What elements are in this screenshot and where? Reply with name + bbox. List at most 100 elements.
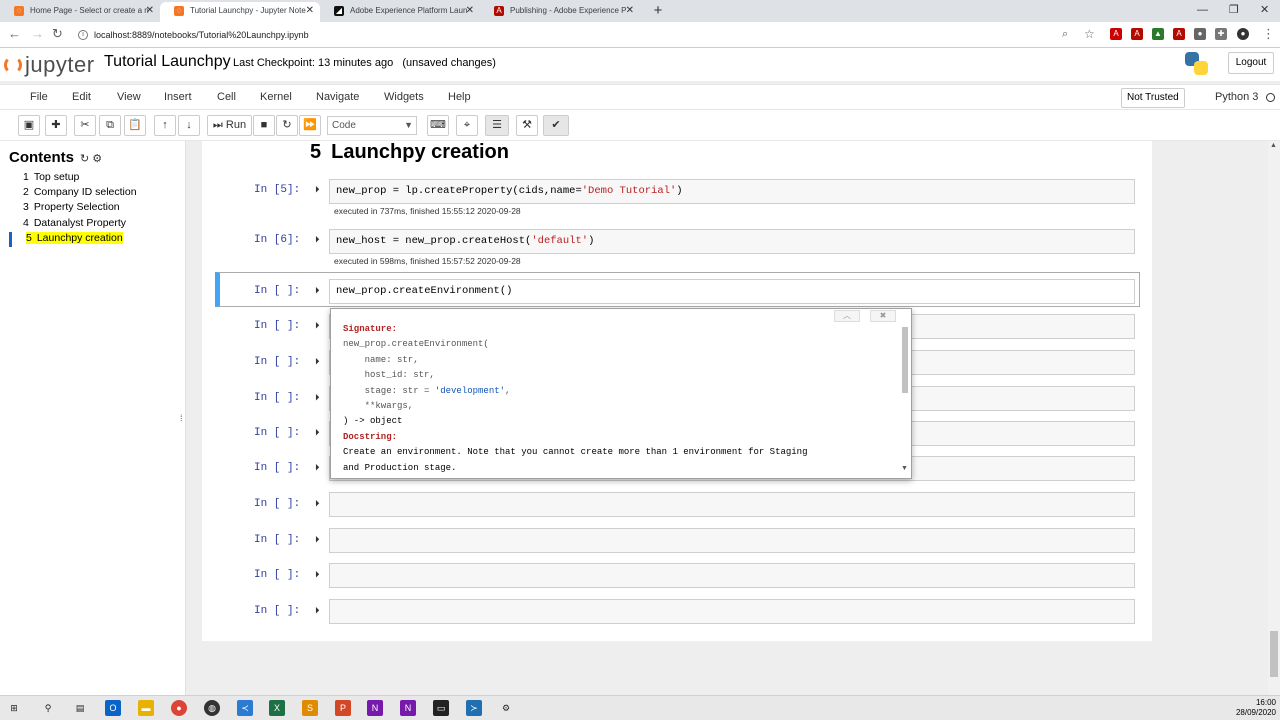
- zoom-icon[interactable]: ⌕: [1062, 26, 1068, 42]
- profile-avatar[interactable]: ●: [1237, 28, 1249, 40]
- bookmark-star-icon[interactable]: ☆: [1084, 26, 1095, 42]
- run-button[interactable]: ⏭ Run: [207, 115, 252, 136]
- close-tooltip-button[interactable]: ✖: [870, 310, 896, 322]
- menu-navigate[interactable]: Navigate: [316, 91, 359, 103]
- empty-code-cell[interactable]: [329, 599, 1135, 624]
- restore-button[interactable]: ❐: [1229, 2, 1239, 18]
- expand-tooltip-button[interactable]: ︿: [834, 310, 860, 322]
- terminal-icon[interactable]: ▭: [433, 700, 449, 716]
- menu-cell[interactable]: Cell: [217, 91, 236, 103]
- search-icon[interactable]: ⚲: [40, 700, 56, 716]
- adblock-extension-icon[interactable]: A: [1110, 28, 1122, 40]
- adobe-extension-icon[interactable]: A: [1131, 28, 1143, 40]
- toc-toggle-icon[interactable]: ☰: [485, 115, 509, 136]
- run-cell-icon[interactable]: ⏵: [315, 427, 320, 438]
- toc-item-top-setup[interactable]: 1 Top setup: [23, 171, 79, 183]
- scroll-thumb[interactable]: [1270, 631, 1278, 677]
- crosshair-icon[interactable]: ⌖: [456, 115, 478, 136]
- cut-icon[interactable]: ✂: [74, 115, 96, 136]
- run-cell-icon[interactable]: ⏵: [315, 285, 320, 296]
- extensions-puzzle-icon[interactable]: ✚: [1215, 28, 1227, 40]
- powerpoint-icon[interactable]: P: [335, 700, 351, 716]
- onenote-icon[interactable]: N: [367, 700, 383, 716]
- checkmark-icon[interactable]: ✔: [543, 115, 569, 136]
- close-icon[interactable]: ✕: [306, 2, 314, 20]
- run-cell-icon[interactable]: ⏵: [315, 234, 320, 245]
- restart-run-all-icon[interactable]: ⏩: [299, 115, 321, 136]
- restart-icon[interactable]: ↻: [276, 115, 298, 136]
- empty-code-cell[interactable]: [329, 492, 1135, 517]
- tooltip-scrollbar[interactable]: ▼: [901, 323, 909, 473]
- scroll-down-icon[interactable]: ▼: [901, 465, 908, 472]
- page-scrollbar[interactable]: ▲: [1268, 141, 1280, 695]
- menu-help[interactable]: Help: [448, 91, 471, 103]
- run-cell-icon[interactable]: ⏵: [315, 184, 320, 195]
- chrome-icon[interactable]: ●: [171, 700, 187, 716]
- browser-tab-home[interactable]: ◌ Home Page - Select or create a n ✕: [0, 2, 160, 22]
- code-cell-input[interactable]: new_host = new_prop.createHost('default'…: [329, 229, 1135, 254]
- menu-insert[interactable]: Insert: [164, 91, 192, 103]
- back-arrow-icon[interactable]: ←: [8, 26, 21, 42]
- adobe-debugger-icon[interactable]: A: [1173, 28, 1185, 40]
- code-cell-input-active[interactable]: new_prop.createEnvironment(): [329, 279, 1135, 304]
- browser-tab-tutorial[interactable]: ◌ Tutorial Launchpy - Jupyter Note ✕: [160, 2, 320, 22]
- system-clock[interactable]: 16:00 28/09/2020: [1234, 698, 1276, 718]
- extension-icon[interactable]: ●: [1194, 28, 1206, 40]
- jupyter-logo[interactable]: jupyter: [4, 52, 95, 77]
- empty-code-cell[interactable]: [329, 563, 1135, 588]
- reload-icon[interactable]: ↻: [52, 26, 63, 42]
- toc-item-datanalyst[interactable]: 4 Datanalyst Property: [23, 217, 126, 229]
- move-up-icon[interactable]: ↑: [154, 115, 176, 136]
- menu-edit[interactable]: Edit: [72, 91, 91, 103]
- toc-item-property-selection[interactable]: 3 Property Selection: [23, 201, 120, 213]
- excel-icon[interactable]: X: [269, 700, 285, 716]
- logout-button[interactable]: Logout: [1228, 52, 1274, 74]
- run-cell-icon[interactable]: ⏵: [315, 320, 320, 331]
- save-icon[interactable]: ▣: [18, 115, 40, 136]
- vscode-icon[interactable]: ≺: [237, 700, 253, 716]
- run-cell-icon[interactable]: ⏵: [315, 534, 320, 545]
- extension-icon[interactable]: ▲: [1152, 28, 1164, 40]
- run-cell-icon[interactable]: ⏵: [315, 498, 320, 509]
- menu-kernel[interactable]: Kernel: [260, 91, 292, 103]
- run-cell-icon[interactable]: ⏵: [315, 569, 320, 580]
- execute-time-icon[interactable]: ⚒: [516, 115, 538, 136]
- code-cell-input[interactable]: new_prop = lp.createProperty(cids,name='…: [329, 179, 1135, 204]
- browser-tab-publishing[interactable]: A Publishing - Adobe Experience P ✕: [480, 2, 640, 22]
- file-explorer-icon[interactable]: ▬: [138, 700, 154, 716]
- outlook-icon[interactable]: O: [105, 700, 121, 716]
- keyboard-icon[interactable]: ⌨: [427, 115, 449, 136]
- more-menu-icon[interactable]: ⋮: [1262, 26, 1275, 42]
- stop-icon[interactable]: ■: [253, 115, 275, 136]
- refresh-icon[interactable]: ↻: [80, 153, 89, 165]
- close-icon[interactable]: ✕: [626, 2, 634, 20]
- window-close-button[interactable]: ✕: [1260, 2, 1269, 18]
- windows-start-icon[interactable]: ⊞: [6, 700, 22, 716]
- gear-icon[interactable]: ⚙: [92, 153, 102, 165]
- new-tab-button[interactable]: +: [650, 2, 666, 20]
- run-cell-icon[interactable]: ⏵: [315, 392, 320, 403]
- toc-item-company-id[interactable]: 2 Company ID selection: [23, 186, 137, 198]
- paste-icon[interactable]: 📋: [124, 115, 146, 136]
- task-view-icon[interactable]: ▤: [72, 700, 88, 716]
- close-icon[interactable]: ✕: [146, 2, 154, 20]
- browser-tab-launch[interactable]: ◢ Adobe Experience Platform Laun ✕: [320, 2, 480, 22]
- menu-widgets[interactable]: Widgets: [384, 91, 424, 103]
- scroll-up-icon[interactable]: ▲: [1270, 142, 1277, 149]
- sublime-icon[interactable]: S: [302, 700, 318, 716]
- run-cell-icon[interactable]: ⏵: [315, 356, 320, 367]
- resize-handle[interactable]: ⁞: [180, 413, 183, 423]
- notebook-name[interactable]: Tutorial Launchpy: [104, 53, 231, 71]
- browser-icon[interactable]: ◍: [204, 700, 220, 716]
- scroll-thumb[interactable]: [902, 327, 908, 393]
- url-field[interactable]: i localhost:8889/notebooks/Tutorial%20La…: [78, 26, 1098, 44]
- move-down-icon[interactable]: ↓: [178, 115, 200, 136]
- insert-cell-icon[interactable]: ✚: [45, 115, 67, 136]
- run-cell-icon[interactable]: ⏵: [315, 462, 320, 473]
- cell-type-select[interactable]: Code ▼: [327, 116, 417, 135]
- run-cell-icon[interactable]: ⏵: [315, 605, 320, 616]
- toc-item-launchpy-creation[interactable]: 5 Launchpy creation: [26, 232, 123, 244]
- settings-icon[interactable]: ⚙: [498, 700, 514, 716]
- minimize-button[interactable]: —: [1197, 2, 1208, 18]
- copy-icon[interactable]: ⧉: [99, 115, 121, 136]
